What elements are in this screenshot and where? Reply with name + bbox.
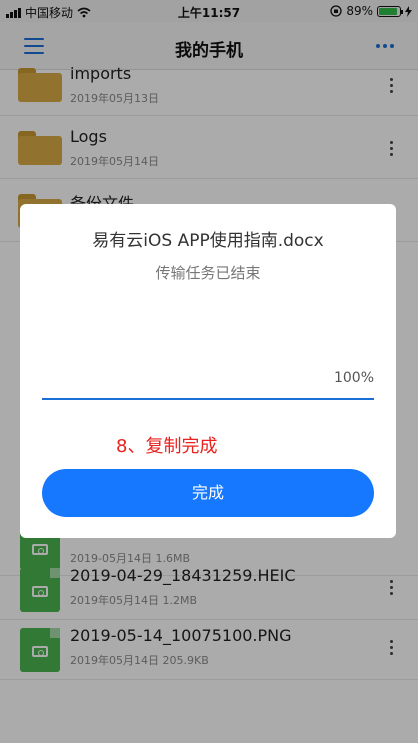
step-annotation: 8、复制完成 [116,436,218,457]
progress-bar [42,398,374,400]
transfer-dialog: 易有云iOS APP使用指南.docx 传输任务已结束 100% 8、复制完成 … [20,204,396,538]
done-button[interactable]: 完成 [42,469,374,517]
dialog-title: 易有云iOS APP使用指南.docx [92,231,324,251]
dialog-subtitle: 传输任务已结束 [155,264,261,282]
progress-fill [42,398,374,400]
progress-percent: 100% [333,370,374,386]
